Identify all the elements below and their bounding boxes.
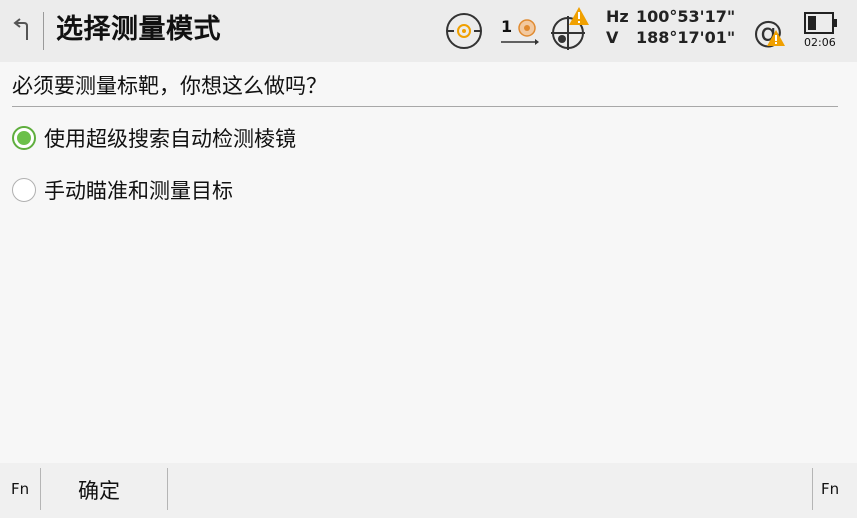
softkey-divider: [40, 468, 41, 510]
fn-right-button[interactable]: Fn: [821, 480, 839, 498]
target-icon[interactable]: [444, 11, 484, 51]
softkey-bar: Fn 确定 Fn: [0, 463, 857, 518]
option-supersearch[interactable]: 使用超级搜索自动检测棱镜: [12, 121, 296, 155]
fn-left-button[interactable]: Fn: [11, 480, 29, 498]
softkey-divider: [167, 468, 168, 510]
page-title: 选择测量模式: [56, 14, 221, 45]
option-label: 手动瞄准和测量目标: [44, 179, 233, 203]
title-bar: 选择测量模式 1 Hz 100°53'17" V 188°17'01" @ 02…: [0, 0, 857, 62]
ok-button[interactable]: 确定: [78, 475, 120, 505]
at-warning-icon: [767, 30, 785, 46]
back-arrow-icon[interactable]: [10, 16, 36, 46]
question-divider: [12, 106, 838, 107]
hz-label: Hz: [606, 7, 629, 26]
warning-icon: [569, 7, 589, 25]
prism-icon[interactable]: [499, 14, 541, 48]
v-value: 188°17'01": [636, 28, 736, 47]
radio-unselected-icon[interactable]: [12, 178, 36, 202]
hz-value: 100°53'17": [636, 7, 736, 26]
battery-icon[interactable]: [804, 11, 838, 35]
clock-time: 02:06: [804, 36, 836, 49]
v-label: V: [606, 28, 619, 47]
option-manual[interactable]: 手动瞄准和测量目标: [12, 173, 233, 207]
question-text: 必须要测量标靶，你想这么做吗？: [12, 74, 327, 98]
header-divider: [43, 12, 44, 50]
softkey-divider: [812, 468, 813, 510]
radio-selected-icon[interactable]: [12, 126, 36, 150]
angle-readout: Hz 100°53'17" V 188°17'01": [606, 6, 735, 48]
option-label: 使用超级搜索自动检测棱镜: [44, 127, 296, 151]
